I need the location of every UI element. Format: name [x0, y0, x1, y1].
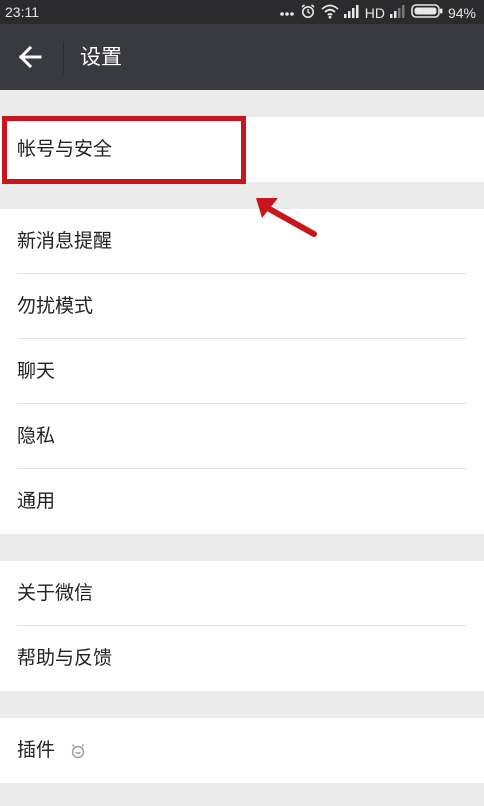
- settings-item-new-message-alerts[interactable]: 新消息提醒: [0, 209, 484, 274]
- page-title: 设置: [80, 45, 122, 69]
- settings-group-plugins: 插件: [0, 718, 484, 783]
- back-arrow-icon: [18, 45, 42, 69]
- signal-weak-icon: [389, 4, 406, 21]
- settings-item-label: 隐私: [17, 425, 56, 447]
- settings-item-label: 聊天: [17, 360, 56, 382]
- settings-item-general[interactable]: 通用: [0, 469, 484, 534]
- settings-item-about-wechat[interactable]: 关于微信: [0, 561, 484, 626]
- highlight-box: [2, 116, 246, 184]
- title-bar: 设置: [0, 24, 484, 90]
- settings-item-label: 通用: [17, 490, 56, 512]
- settings-item-plugins[interactable]: 插件: [0, 718, 484, 783]
- settings-item-do-not-disturb[interactable]: 勿扰模式: [0, 274, 484, 339]
- title-divider: [63, 42, 64, 74]
- battery-percent: 94%: [447, 4, 476, 21]
- alarm-icon: [300, 3, 316, 22]
- annotation-arrow-icon: [256, 198, 317, 237]
- signal-icon: [343, 4, 360, 21]
- status-bar: 23:11 HD 94%: [0, 0, 484, 24]
- settings-item-label: 新消息提醒: [17, 230, 113, 252]
- more-notifications-icon: [279, 3, 295, 22]
- settings-item-help-feedback[interactable]: 帮助与反馈: [0, 626, 484, 691]
- settings-item-label: 勿扰模式: [17, 295, 94, 317]
- status-time: 23:11: [5, 4, 39, 20]
- settings-item-privacy[interactable]: 隐私: [0, 404, 484, 469]
- settings-group-about: 关于微信 帮助与反馈: [0, 561, 484, 691]
- settings-group-general: 新消息提醒 勿扰模式 聊天 隐私 通用: [0, 209, 484, 534]
- network-type-label: HD: [364, 4, 385, 21]
- back-button[interactable]: [12, 40, 48, 74]
- battery-icon: [411, 4, 443, 21]
- wifi-icon: [321, 3, 339, 22]
- settings-item-label: 帮助与反馈: [17, 647, 113, 669]
- settings-item-chats[interactable]: 聊天: [0, 339, 484, 404]
- plugin-icon: [70, 742, 86, 764]
- settings-item-label: 关于微信: [17, 582, 94, 604]
- status-icons: HD 94%: [279, 3, 476, 22]
- settings-item-label: 插件: [17, 739, 56, 761]
